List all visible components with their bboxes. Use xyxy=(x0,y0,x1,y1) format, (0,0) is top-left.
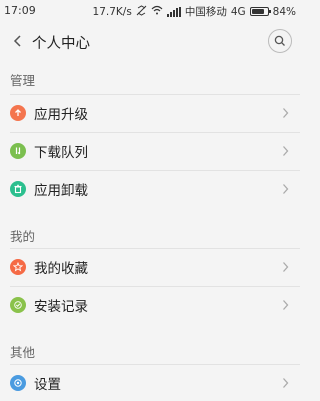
carrier-name: 中国移动 xyxy=(184,6,227,18)
download-queue-icon xyxy=(10,143,26,159)
divider xyxy=(10,364,300,365)
chevron-right-icon xyxy=(280,106,290,120)
menu-item-label: 我的收藏 xyxy=(34,261,88,277)
menu-item-label: 应用卸载 xyxy=(34,183,88,199)
battery-percent: 84% xyxy=(272,5,296,18)
signal-bars-icon xyxy=(166,6,181,17)
divider xyxy=(10,286,300,287)
chevron-right-icon xyxy=(280,144,290,158)
battery-icon xyxy=(249,7,271,16)
divider xyxy=(10,248,300,249)
search-icon xyxy=(274,35,285,46)
section-title-other: 其他 xyxy=(10,345,36,360)
divider xyxy=(10,132,300,133)
back-button[interactable] xyxy=(8,31,28,51)
menu-item-label: 下载队列 xyxy=(34,145,88,161)
header-bar: 个人中心 xyxy=(0,22,300,60)
upgrade-arrow-icon xyxy=(10,105,26,121)
chevron-right-icon xyxy=(280,182,290,196)
chevron-right-icon xyxy=(280,376,290,390)
divider xyxy=(10,94,300,95)
menu-item-app-uninstall[interactable]: 应用卸载 xyxy=(0,170,300,208)
uninstall-trash-icon xyxy=(10,181,26,197)
menu-item-install-history[interactable]: 安装记录 xyxy=(0,286,300,324)
network-type: 4G xyxy=(230,5,246,18)
menu-item-app-upgrade[interactable]: 应用升级 xyxy=(0,94,300,132)
section-title-mine: 我的 xyxy=(10,229,36,244)
status-time: 17:09 xyxy=(4,4,36,17)
chevron-left-icon xyxy=(13,35,21,47)
chevron-right-icon xyxy=(280,298,290,312)
star-icon xyxy=(10,259,26,275)
check-icon xyxy=(10,297,26,313)
status-right: 17.7K/s 中国移动 4G 84% xyxy=(93,4,296,19)
menu-item-label: 安装记录 xyxy=(34,299,88,315)
data-sync-icon xyxy=(136,4,147,19)
page-title: 个人中心 xyxy=(32,36,90,52)
wifi-icon xyxy=(151,5,163,18)
battery-fill xyxy=(251,9,265,14)
menu-item-my-favorites[interactable]: 我的收藏 xyxy=(0,248,300,286)
menu-item-settings[interactable]: 设置 xyxy=(0,364,300,401)
menu-item-download-queue[interactable]: 下载队列 xyxy=(0,132,300,170)
menu-item-label: 设置 xyxy=(34,377,61,393)
divider xyxy=(10,170,300,171)
menu-item-label: 应用升级 xyxy=(34,107,88,123)
section-title-manage: 管理 xyxy=(10,73,36,88)
net-speed: 17.7K/s xyxy=(92,5,132,18)
chevron-right-icon xyxy=(280,260,290,274)
search-button[interactable] xyxy=(268,29,292,53)
status-bar: 17:09 17.7K/s 中国移动 4G 84% xyxy=(0,0,300,22)
settings-icon xyxy=(10,375,26,391)
